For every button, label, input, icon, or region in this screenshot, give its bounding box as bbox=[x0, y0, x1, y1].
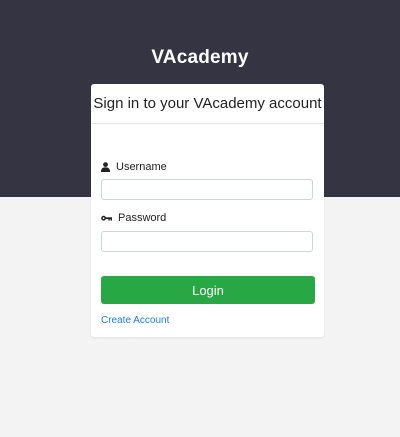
username-label-row: Username bbox=[101, 161, 167, 173]
card-header: Sign in to your VAcademy account bbox=[91, 84, 324, 124]
page: VAcademy Sign in to your VAcademy accoun… bbox=[0, 0, 400, 437]
create-account-link[interactable]: Create Account bbox=[101, 315, 169, 326]
user-icon bbox=[101, 162, 110, 172]
password-label-row: Password bbox=[101, 212, 166, 224]
card-title: Sign in to your VAcademy account bbox=[93, 95, 322, 112]
login-button[interactable]: Login bbox=[101, 276, 315, 304]
username-input[interactable] bbox=[101, 179, 313, 200]
password-label: Password bbox=[118, 212, 167, 224]
login-card: Sign in to your VAcademy account Usernam… bbox=[91, 84, 324, 337]
password-input[interactable] bbox=[101, 231, 313, 252]
key-icon bbox=[101, 215, 112, 222]
username-label: Username bbox=[116, 161, 167, 173]
brand-title: VAcademy bbox=[151, 47, 249, 68]
